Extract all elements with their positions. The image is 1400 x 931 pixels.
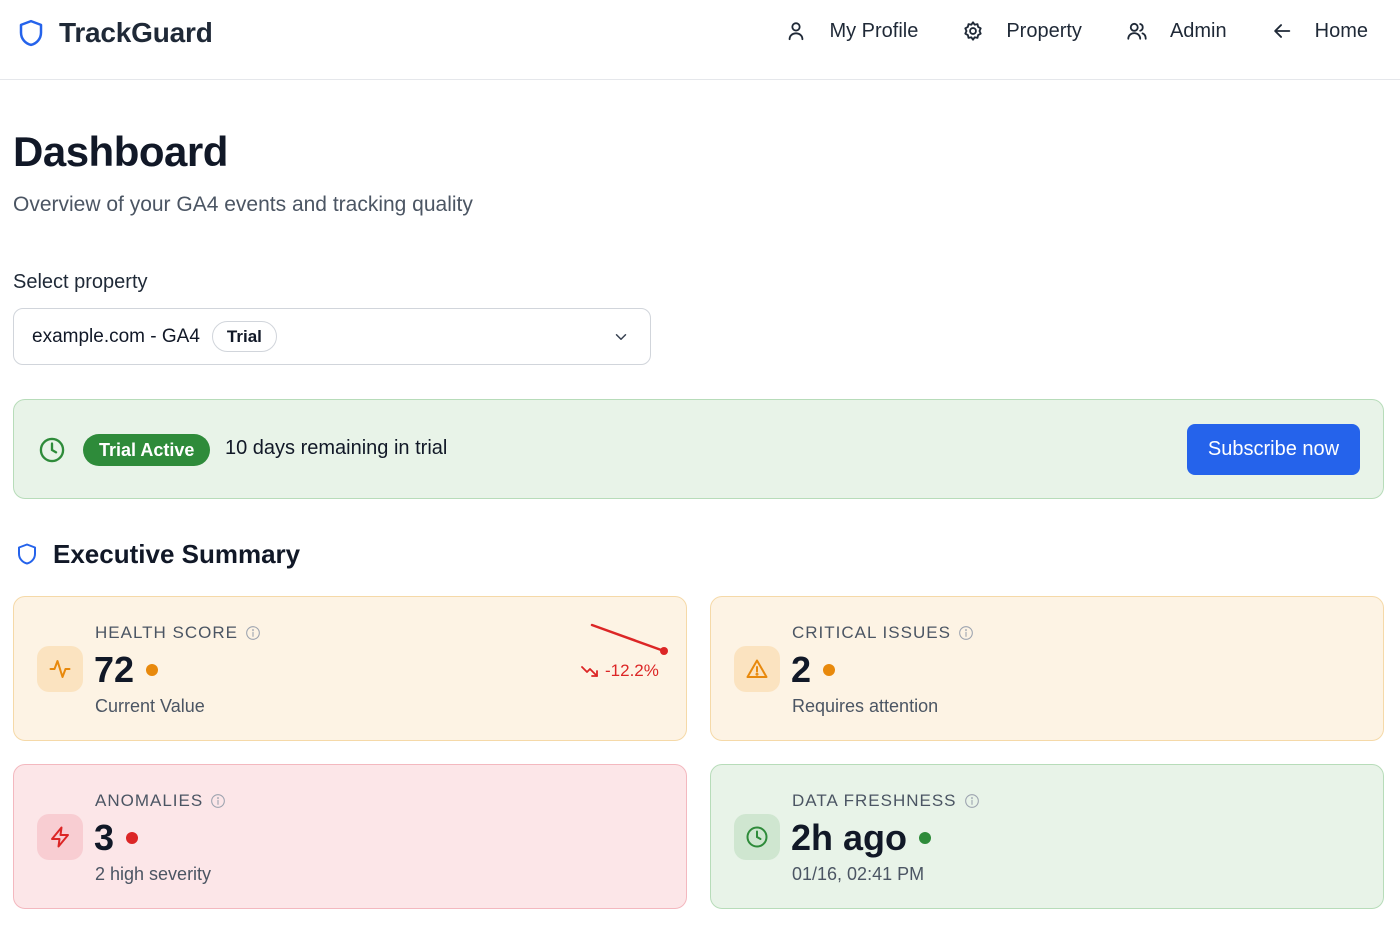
card-subtext: Current Value: [95, 696, 205, 716]
plan-badge: Trial: [211, 321, 277, 352]
card-icon-container: [734, 814, 780, 860]
card-label-text: HEALTH SCORE: [95, 623, 238, 642]
critical-issues-card: CRITICAL ISSUES 2 Requires attention: [710, 596, 1384, 741]
info-icon[interactable]: [245, 625, 261, 641]
card-value-row: 3: [94, 817, 139, 859]
property-select-value: example.com - GA4: [32, 325, 200, 347]
trial-banner: Trial Active 10 days remaining in trial …: [13, 399, 1384, 499]
card-subtext: Requires attention: [792, 696, 939, 716]
page-subtitle: Overview of your GA4 events and tracking…: [13, 193, 473, 216]
card-label: DATA FRESHNESS: [792, 791, 980, 811]
clock-icon: [746, 826, 768, 848]
card-label: HEALTH SCORE: [95, 623, 261, 643]
status-dot: [146, 664, 159, 676]
card-label: CRITICAL ISSUES: [792, 623, 974, 643]
nav-label: Property: [1006, 19, 1082, 42]
alert-triangle-icon: [746, 659, 768, 678]
info-icon[interactable]: [958, 625, 974, 641]
zap-icon: [51, 826, 69, 848]
card-subtext: 01/16, 02:41 PM: [792, 864, 925, 884]
card-value-row: 72: [94, 649, 159, 691]
card-value: 72: [94, 649, 135, 690]
trending-down-icon: [581, 666, 598, 677]
shield-icon: [18, 543, 36, 565]
activity-icon: [49, 660, 71, 678]
data-freshness-card: DATA FRESHNESS 2h ago 01/16, 02:41 PM: [710, 764, 1384, 909]
nav-property[interactable]: Property: [962, 20, 1082, 43]
card-value-row: 2: [791, 649, 836, 691]
trial-remaining-text: 10 days remaining in trial: [225, 437, 448, 459]
nav-label: My Profile: [829, 19, 919, 42]
nav-admin[interactable]: Admin: [1126, 20, 1227, 43]
status-dot: [919, 832, 932, 844]
brand-name: TrackGuard: [59, 17, 213, 48]
card-icon-container: [734, 646, 780, 692]
trend-change: -12.2%: [581, 661, 659, 681]
card-label: ANOMALIES: [95, 791, 226, 811]
card-value: 3: [94, 817, 115, 858]
info-icon[interactable]: [210, 793, 226, 809]
user-icon: [789, 22, 804, 41]
executive-summary-heading: Executive Summary: [15, 537, 300, 571]
card-value-row: 2h ago: [791, 817, 932, 859]
card-value: 2h ago: [791, 817, 908, 858]
select-property-label: Select property: [13, 271, 148, 293]
nav-label: Admin: [1169, 19, 1227, 42]
top-navigation-bar: TrackGuard My Profile Property Admin Hom…: [0, 0, 1400, 80]
subscribe-now-button[interactable]: Subscribe now: [1187, 424, 1360, 475]
info-icon[interactable]: [964, 793, 980, 809]
card-label-text: DATA FRESHNESS: [792, 791, 957, 810]
card-value: 2: [791, 649, 812, 690]
trend-change-value: -12.2%: [605, 661, 659, 680]
brand[interactable]: TrackGuard: [16, 14, 213, 52]
card-icon-container: [37, 814, 83, 860]
arrow-left-icon: [1273, 24, 1290, 38]
trial-status-badge: Trial Active: [83, 434, 211, 466]
shield-icon: [19, 19, 43, 47]
nav-my-profile[interactable]: My Profile: [785, 20, 918, 43]
health-score-card: HEALTH SCORE 72 Current Value -12.2%: [13, 596, 687, 741]
users-icon: [1127, 22, 1147, 40]
card-label-text: CRITICAL ISSUES: [792, 623, 951, 642]
page-title: Dashboard: [13, 128, 228, 175]
gear-icon: [964, 21, 982, 41]
section-title: Executive Summary: [53, 538, 301, 569]
clock-icon: [39, 437, 65, 463]
nav-home[interactable]: Home: [1271, 20, 1368, 43]
status-dot: [126, 832, 139, 844]
nav-label: Home: [1314, 19, 1368, 42]
property-select[interactable]: example.com - GA4 Trial: [13, 308, 651, 365]
anomalies-card: ANOMALIES 3 2 high severity: [13, 764, 687, 909]
chevron-down-icon: [615, 334, 627, 340]
card-label-text: ANOMALIES: [95, 791, 204, 810]
status-dot: [823, 664, 836, 676]
trend-sparkline: [590, 623, 668, 655]
main-nav: My Profile Property Admin Home: [785, 14, 1368, 48]
card-icon-container: [37, 646, 83, 692]
card-subtext: 2 high severity: [95, 864, 212, 884]
